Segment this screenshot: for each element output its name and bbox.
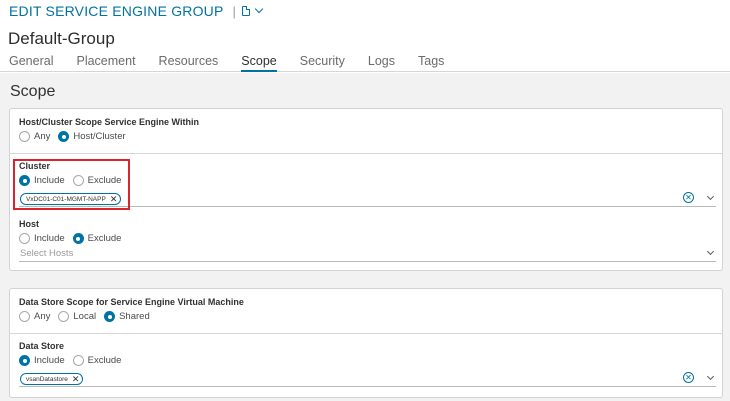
cluster-highlight-box [13, 159, 130, 210]
radio-datastore-exclude-label: Exclude [87, 355, 122, 366]
radio-ds-shared-circle [104, 311, 116, 322]
tab-bar: General Placement Resources Scope Securi… [9, 54, 467, 72]
radio-host-include[interactable]: Include [19, 233, 65, 244]
divider [10, 153, 722, 154]
datastore-chip: vsanDatastore ✕ [20, 373, 84, 385]
divider [10, 333, 722, 334]
datastore-scope-label: Data Store Scope for Service Engine Virt… [19, 297, 244, 307]
scope-content: Scope Host/Cluster Scope Service Engine … [0, 73, 730, 401]
radio-any-label: Any [34, 131, 51, 142]
tab-scope[interactable]: Scope [241, 54, 277, 72]
header-title-row: EDIT SERVICE ENGINE GROUP | [9, 2, 264, 20]
host-select-placeholder: Select Hosts [20, 248, 74, 259]
tab-logs[interactable]: Logs [368, 54, 395, 72]
datastore-select[interactable]: vsanDatastore ✕ ✕ [19, 372, 716, 387]
radio-ds-shared-label: Shared [119, 311, 150, 322]
page-title: EDIT SERVICE ENGINE GROUP [9, 3, 224, 19]
radio-ds-any-circle [19, 311, 30, 322]
tab-general[interactable]: General [9, 54, 53, 72]
radio-host-exclude-circle [72, 233, 84, 244]
radio-host-cluster-label: Host/Cluster [73, 131, 126, 142]
datastore-chip-label: vsanDatastore [26, 375, 68, 383]
tab-tags[interactable]: Tags [418, 54, 444, 72]
radio-datastore-include-circle [19, 355, 30, 366]
radio-host-cluster[interactable]: Host/Cluster [58, 131, 126, 142]
datastore-radios: Include Exclude [19, 355, 129, 366]
radio-ds-local-circle [58, 311, 70, 322]
clear-selection-icon[interactable]: ✕ [683, 192, 694, 203]
host-cluster-scope-label: Host/Cluster Scope Service Engine Within [19, 117, 199, 127]
dropdown-chevron-icon[interactable] [706, 247, 715, 256]
datastore-card: Data Store Scope for Service Engine Virt… [9, 288, 723, 398]
radio-datastore-include[interactable]: Include [19, 355, 65, 366]
tab-resources[interactable]: Resources [159, 54, 219, 72]
datastore-label: Data Store [19, 341, 65, 351]
host-cluster-scope-radios: Any Host/Cluster [19, 131, 134, 142]
document-menu-button[interactable] [241, 4, 264, 16]
radio-host-include-circle [19, 233, 30, 244]
radio-ds-local-label: Local [73, 311, 97, 322]
host-select[interactable]: Select Hosts [19, 247, 716, 262]
radio-host-cluster-circle [58, 131, 70, 142]
clear-selection-icon[interactable]: ✕ [683, 372, 694, 383]
object-name: Default-Group [8, 29, 115, 48]
host-radios: Include Exclude [19, 233, 129, 244]
dropdown-chevron-icon[interactable] [706, 372, 715, 381]
radio-host-include-label: Include [34, 233, 65, 244]
host-cluster-card: Host/Cluster Scope Service Engine Within… [9, 108, 723, 271]
radio-any[interactable]: Any [19, 131, 50, 142]
radio-ds-local[interactable]: Local [58, 311, 96, 322]
section-title: Scope [10, 83, 56, 100]
radio-datastore-include-label: Include [34, 355, 65, 366]
radio-host-exclude-label: Exclude [87, 233, 122, 244]
radio-ds-any-label: Any [34, 311, 51, 322]
host-label: Host [19, 219, 39, 229]
title-separator: | [232, 3, 236, 19]
dropdown-chevron-icon[interactable] [706, 192, 715, 201]
radio-datastore-exclude-circle [72, 355, 84, 366]
radio-ds-any[interactable]: Any [19, 311, 50, 322]
chevron-down-icon [254, 4, 264, 14]
tab-placement[interactable]: Placement [76, 54, 135, 72]
document-icon [241, 6, 250, 16]
tab-security[interactable]: Security [300, 54, 345, 72]
page-header: EDIT SERVICE ENGINE GROUP | Default-Grou… [0, 0, 730, 72]
radio-host-exclude[interactable]: Exclude [72, 233, 122, 244]
datastore-scope-radios: Any Local Shared [19, 311, 158, 322]
chip-remove-icon[interactable]: ✕ [72, 374, 80, 384]
radio-datastore-exclude[interactable]: Exclude [72, 355, 122, 366]
radio-ds-shared[interactable]: Shared [104, 311, 150, 322]
radio-any-circle [19, 131, 30, 142]
